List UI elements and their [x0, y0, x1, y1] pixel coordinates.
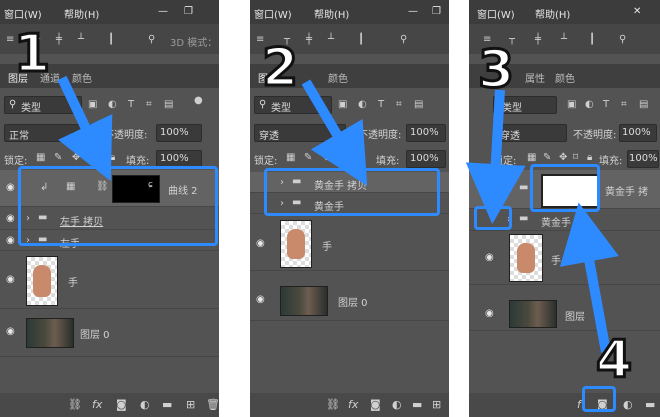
callout-number-4: 4 [594, 329, 633, 392]
callout-arrows [57, 75, 619, 353]
arrow-3 [465, 89, 526, 224]
callout-number-2: 2 [260, 37, 299, 100]
callout-number-3: 3 [476, 39, 515, 102]
arrow-2 [301, 79, 368, 186]
callout-number-1: 1 [12, 23, 51, 86]
arrow-1 [57, 75, 113, 182]
